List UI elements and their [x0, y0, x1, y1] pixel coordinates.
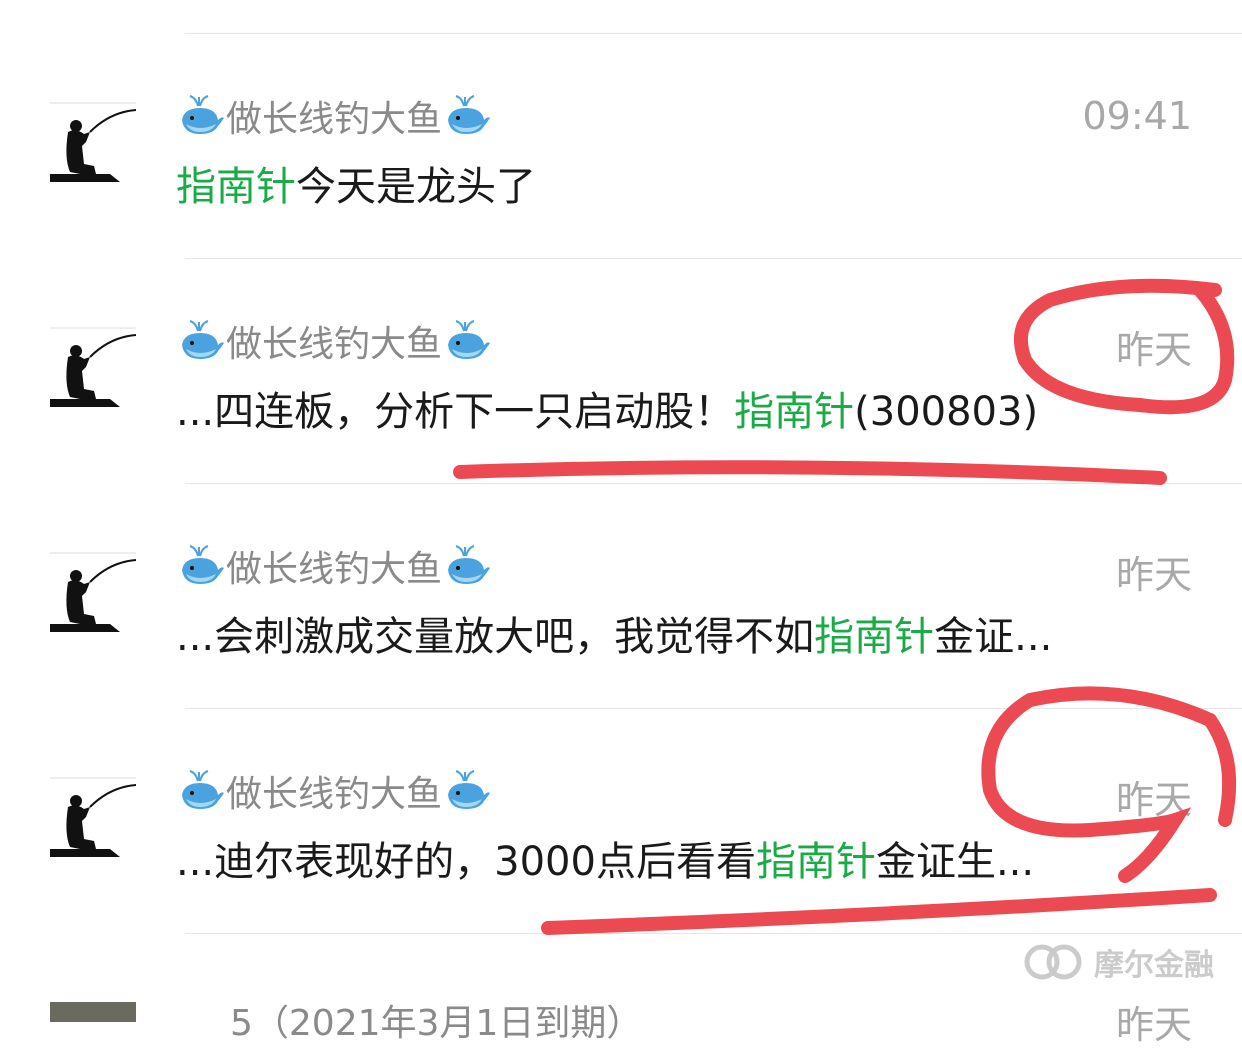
contact-name: 做长线钓大鱼: [226, 774, 443, 815]
message-text: 今天是龙头了: [296, 164, 536, 210]
chat-result-row[interactable]: 做长线钓大鱼 昨天 ...迪尔表现好的，3000点后看看指南针金证生...: [0, 675, 1242, 900]
message-time: 昨天: [1115, 553, 1192, 597]
whale-emoji-icon: [178, 544, 224, 588]
message-text: ...迪尔表现好的，3000点后看看: [176, 839, 756, 885]
whale-emoji-icon: [444, 94, 491, 138]
keyword-highlight: 指南针: [814, 614, 935, 660]
whale-emoji-icon: [178, 769, 224, 813]
watermark-logo-icon: [1024, 944, 1082, 980]
fisherman-avatar-icon: [50, 102, 136, 188]
message-text: 金证...: [934, 614, 1053, 660]
fisherman-avatar-icon: [50, 552, 136, 638]
contact-name-line: 做长线钓大鱼: [176, 767, 492, 815]
contact-name-line: 做长线钓大鱼: [176, 542, 492, 590]
watermark-text: 摩尔金融: [1094, 948, 1214, 983]
divider: [185, 933, 1242, 934]
contact-name-line: 做长线钓大鱼: [176, 317, 492, 365]
avatar: [50, 327, 136, 413]
whale-emoji-icon: [444, 319, 491, 363]
watermark: 摩尔金融: [1022, 940, 1214, 984]
message-text: ...会刺激成交量放大吧，我觉得不如: [176, 614, 815, 660]
message-text: 金证生...: [875, 839, 1035, 885]
fisherman-avatar-icon: [50, 777, 136, 863]
message-time: 昨天: [1115, 328, 1192, 372]
keyword-highlight: 指南针: [734, 389, 855, 435]
avatar: [50, 777, 136, 863]
avatar: [50, 552, 136, 638]
avatar: [50, 1002, 136, 1022]
message-preview: 指南针今天是龙头了: [176, 154, 536, 212]
contact-name: 做长线钓大鱼: [226, 99, 443, 140]
message-time-partial: 昨天: [1115, 1003, 1192, 1047]
fisherman-avatar-icon: [50, 327, 136, 413]
message-text: (300803): [854, 389, 1039, 435]
whale-emoji-icon: [178, 94, 224, 138]
message-time: 09:41: [1082, 94, 1192, 138]
message-time: 昨天: [1115, 778, 1192, 822]
message-text: ...四连板，分析下一只启动股！: [176, 389, 735, 435]
contact-name-partial: 5（2021年3月1日到期）: [230, 1003, 643, 1044]
chat-result-row[interactable]: 做长线钓大鱼 昨天 ...会刺激成交量放大吧，我觉得不如指南针金证...: [0, 450, 1242, 675]
message-preview: ...四连板，分析下一只启动股！指南针(300803): [176, 379, 1038, 437]
chat-result-row[interactable]: 做长线钓大鱼 09:41 指南针今天是龙头了: [0, 0, 1242, 225]
keyword-highlight: 指南针: [176, 164, 296, 210]
whale-emoji-icon: [178, 319, 224, 363]
whale-emoji-icon: [444, 769, 491, 813]
contact-name: 做长线钓大鱼: [226, 324, 443, 365]
message-preview: ...迪尔表现好的，3000点后看看指南针金证生...: [176, 829, 1034, 887]
contact-name-line: 做长线钓大鱼: [176, 92, 492, 140]
message-preview: ...会刺激成交量放大吧，我觉得不如指南针金证...: [176, 604, 1052, 662]
avatar: [50, 102, 136, 188]
contact-name: 做长线钓大鱼: [226, 549, 443, 590]
chat-result-row-partial[interactable]: 5（2021年3月1日到期） 昨天: [0, 990, 1242, 1047]
chat-result-row[interactable]: 做长线钓大鱼 昨天 ...四连板，分析下一只启动股！指南针(300803): [0, 225, 1242, 450]
keyword-highlight: 指南针: [755, 839, 876, 885]
whale-emoji-icon: [444, 544, 491, 588]
